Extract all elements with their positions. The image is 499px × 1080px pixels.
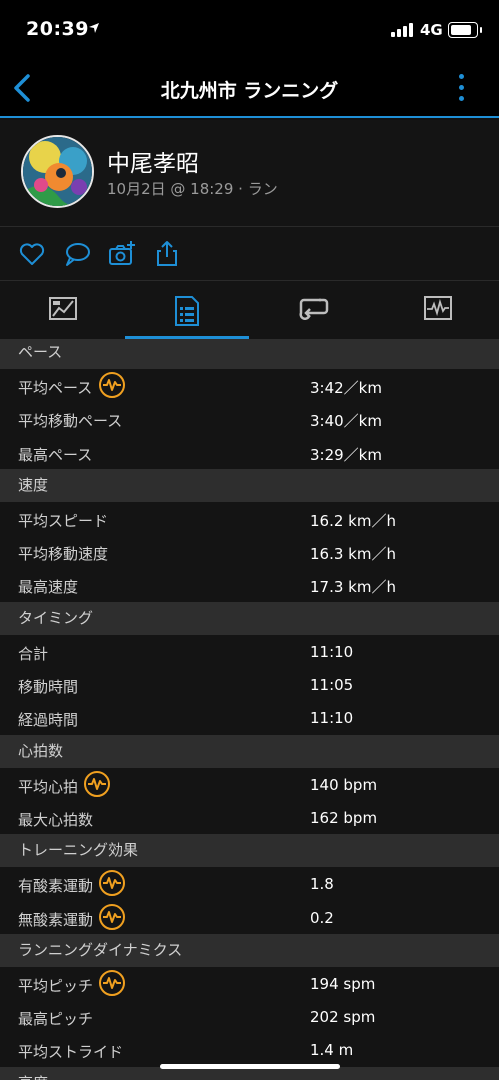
comment-icon[interactable] [63,240,91,268]
stat-label: 平均ピッチ [18,976,94,995]
section-header: ペース [0,339,499,369]
heart-rate-icon[interactable] [99,372,125,398]
signal-strength-icon [391,23,415,37]
stat-label: 最高ピッチ [18,1010,94,1029]
home-indicator[interactable] [160,1064,340,1069]
nav-bar: 北九州市 ランニング [0,60,499,118]
status-bar: 20:39 4G [0,0,499,60]
stat-value: 17.3 km／h [310,578,396,597]
stat-value: 16.3 km／h [310,545,396,564]
stat-label: 経過時間 [18,711,79,730]
stat-row: 移動時間 11:05 [0,668,499,702]
battery-level [451,25,472,35]
stat-label: 平均スピード [18,511,109,530]
stat-row: 経過時間 11:10 [0,701,499,735]
share-icon[interactable] [153,240,181,268]
more-options-button[interactable] [452,72,472,104]
stat-row: 平均ストライド 1.4 m [0,1033,499,1067]
stat-value: 1.8 [310,875,334,894]
stat-row: 無酸素運動 0.2 [0,900,499,934]
heart-icon[interactable] [18,240,46,268]
stat-row: 平均移動ペース 3:40／km [0,402,499,436]
tab-stats[interactable] [125,281,249,339]
user-name[interactable]: 中尾孝昭 [107,144,199,178]
page-title: 北九州市 ランニング [160,80,339,102]
stat-row: 最大心拍数 162 bpm [0,800,499,835]
section-header: トレーニング効果 [0,834,499,868]
stat-label: 平均心拍 [18,777,79,796]
activity-profile: 中尾孝昭 10月2日 @ 18:29 · ラン [0,120,499,227]
stat-label: 最高ペース [18,445,93,464]
stat-label: 平均ペース [18,379,93,397]
action-row [0,227,499,281]
stats-content: ペース平均ペース 3:42／km 平均移動ペース 3:40／km 最高ペース 3:29／k… [0,339,499,1080]
add-photo-icon[interactable] [108,240,136,268]
stats-icon [175,296,199,326]
laps-icon [299,298,329,320]
heart-rate-icon[interactable] [84,770,110,797]
tab-charts[interactable] [375,281,499,339]
location-arrow-icon [89,23,99,33]
battery-cap [480,27,482,33]
stat-row: 最高ペース 3:29／km [0,435,499,469]
tab-bar [0,281,499,339]
stat-value: 3:40／km [310,412,382,431]
stat-value: 194 spm [310,974,376,993]
avatar[interactable] [21,135,94,208]
network-type: 4G [420,21,443,39]
heart-rate-icon[interactable] [99,903,125,930]
heart-rate-icon[interactable] [99,870,125,897]
stat-value: 140 bpm [310,775,378,794]
stat-label: 平均移動ペース [18,412,123,431]
stat-value: 0.2 [310,908,334,927]
section-header: タイミング [0,601,499,635]
stat-row: 平均心拍 140 bpm [0,767,499,801]
tab-map[interactable] [0,281,124,339]
stat-label: 有酸素運動 [18,877,94,896]
stat-value: 11:10 [310,642,354,661]
stat-value: 16.2 km／h [310,511,396,530]
status-time: 20:39 [26,18,89,40]
section-header: 速度 [0,468,499,502]
stat-row: 平均ペース 3:42／km [0,369,499,403]
stat-value: 3:42／km [310,379,382,397]
section-header: 心拍数 [0,734,499,768]
stat-row: 最高速度 17.3 km／h [0,568,499,602]
stat-row: 合計 11:10 [0,634,499,669]
stat-label: 平均ストライド [18,1043,124,1062]
battery-icon [448,22,478,38]
stat-label: 無酸素運動 [18,910,94,929]
stat-label: 移動時間 [18,678,79,697]
stat-value: 11:05 [310,676,354,695]
tab-laps[interactable] [250,281,374,339]
stat-row: 平均スピード 16.2 km／h [0,501,499,536]
section-header: ランニングダイナミクス [0,933,499,967]
stat-label: 平均移動速度 [18,545,109,564]
stat-label: 最高速度 [18,578,79,597]
activity-meta: 10月2日 @ 18:29 · ラン [107,180,278,198]
chart-icon [424,296,452,320]
stat-row: 平均ピッチ 194 spm [0,966,499,1001]
stat-value: 11:10 [310,709,354,728]
stat-row: 有酸素運動 1.8 [0,867,499,901]
stat-row: 最高ピッチ 202 spm [0,1000,499,1034]
stat-value: 3:29／km [310,445,382,464]
stat-value: 202 spm [310,1008,376,1027]
stat-value: 162 bpm [310,808,378,827]
stat-value: 1.4 m [310,1041,354,1060]
map-icon [49,297,77,320]
stat-label: 最大心拍数 [18,810,94,829]
heart-rate-icon[interactable] [99,969,125,996]
stat-row: 平均移動速度 16.3 km／h [0,535,499,569]
stats-list[interactable]: ペース平均ペース 3:42／km 平均移動ペース 3:40／km 最高ペース 3:29／k… [0,339,499,1080]
stat-label: 合計 [18,644,49,663]
